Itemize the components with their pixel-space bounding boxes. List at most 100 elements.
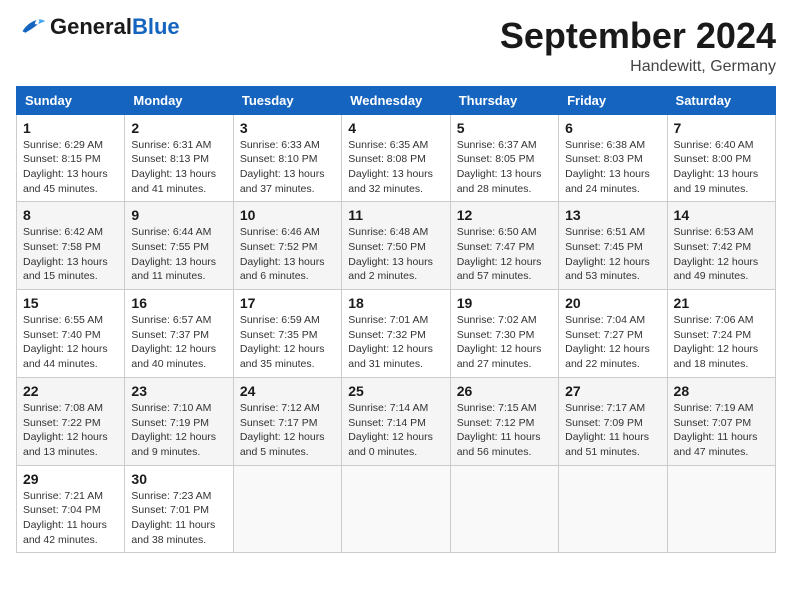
day-detail: Sunrise: 6:38 AMSunset: 8:03 PMDaylight:… xyxy=(565,138,660,197)
day-detail: Sunrise: 7:14 AMSunset: 7:14 PMDaylight:… xyxy=(348,401,443,460)
month-title: September 2024 xyxy=(500,16,776,56)
weekday-header-friday: Friday xyxy=(559,86,667,114)
day-number: 8 xyxy=(23,207,118,223)
day-detail: Sunrise: 7:01 AMSunset: 7:32 PMDaylight:… xyxy=(348,313,443,372)
day-number: 26 xyxy=(457,383,552,399)
day-detail: Sunrise: 7:12 AMSunset: 7:17 PMDaylight:… xyxy=(240,401,335,460)
day-number: 20 xyxy=(565,295,660,311)
day-detail: Sunrise: 7:02 AMSunset: 7:30 PMDaylight:… xyxy=(457,313,552,372)
calendar-day-cell: 16 Sunrise: 6:57 AMSunset: 7:37 PMDayligh… xyxy=(125,290,233,378)
calendar-day-cell: 29 Sunrise: 7:21 AMSunset: 7:04 PMDayligh… xyxy=(17,465,125,553)
day-detail: Sunrise: 6:50 AMSunset: 7:47 PMDaylight:… xyxy=(457,225,552,284)
calendar-table: SundayMondayTuesdayWednesdayThursdayFrid… xyxy=(16,86,776,554)
day-detail: Sunrise: 6:31 AMSunset: 8:13 PMDaylight:… xyxy=(131,138,226,197)
calendar-day-cell: 4 Sunrise: 6:35 AMSunset: 8:08 PMDaylight… xyxy=(342,114,450,202)
weekday-header-saturday: Saturday xyxy=(667,86,775,114)
calendar-day-cell: 18Sunrise: 7:01 AMSunset: 7:32 PMDayligh… xyxy=(342,290,450,378)
calendar-week-row: 8Sunrise: 6:42 AMSunset: 7:58 PMDaylight… xyxy=(17,202,776,290)
calendar-day-cell: 12 Sunrise: 6:50 AMSunset: 7:47 PMDayligh… xyxy=(450,202,558,290)
day-number: 24 xyxy=(240,383,335,399)
logo-bird-icon xyxy=(16,17,46,37)
calendar-day-cell: 3 Sunrise: 6:33 AMSunset: 8:10 PMDaylight… xyxy=(233,114,341,202)
day-number: 29 xyxy=(23,471,118,487)
day-detail: Sunrise: 6:55 AMSunset: 7:40 PMDaylight:… xyxy=(23,313,118,372)
calendar-day-cell: 24 Sunrise: 7:12 AMSunset: 7:17 PMDayligh… xyxy=(233,377,341,465)
calendar-day-cell: 30 Sunrise: 7:23 AMSunset: 7:01 PMDayligh… xyxy=(125,465,233,553)
day-detail: Sunrise: 6:48 AMSunset: 7:50 PMDaylight:… xyxy=(348,225,443,284)
day-number: 15 xyxy=(23,295,118,311)
day-number: 4 xyxy=(348,120,443,136)
day-number: 9 xyxy=(131,207,226,223)
day-detail: Sunrise: 6:33 AMSunset: 8:10 PMDaylight:… xyxy=(240,138,335,197)
day-detail: Sunrise: 7:04 AMSunset: 7:27 PMDaylight:… xyxy=(565,313,660,372)
day-number: 21 xyxy=(674,295,769,311)
day-detail: Sunrise: 7:23 AMSunset: 7:01 PMDaylight:… xyxy=(131,489,226,548)
day-detail: Sunrise: 6:40 AMSunset: 8:00 PMDaylight:… xyxy=(674,138,769,197)
day-detail: Sunrise: 6:35 AMSunset: 8:08 PMDaylight:… xyxy=(348,138,443,197)
calendar-day-cell xyxy=(233,465,341,553)
weekday-header-thursday: Thursday xyxy=(450,86,558,114)
day-detail: Sunrise: 6:59 AMSunset: 7:35 PMDaylight:… xyxy=(240,313,335,372)
calendar-day-cell xyxy=(450,465,558,553)
day-number: 19 xyxy=(457,295,552,311)
calendar-day-cell: 10Sunrise: 6:46 AMSunset: 7:52 PMDayligh… xyxy=(233,202,341,290)
calendar-day-cell: 28Sunrise: 7:19 AMSunset: 7:07 PMDayligh… xyxy=(667,377,775,465)
calendar-day-cell: 2Sunrise: 6:31 AMSunset: 8:13 PMDaylight… xyxy=(125,114,233,202)
day-number: 23 xyxy=(131,383,226,399)
day-number: 30 xyxy=(131,471,226,487)
day-number: 5 xyxy=(457,120,552,136)
calendar-day-cell xyxy=(559,465,667,553)
weekday-header-wednesday: Wednesday xyxy=(342,86,450,114)
day-number: 3 xyxy=(240,120,335,136)
calendar-day-cell: 22Sunrise: 7:08 AMSunset: 7:22 PMDayligh… xyxy=(17,377,125,465)
day-number: 13 xyxy=(565,207,660,223)
calendar-day-cell: 7 Sunrise: 6:40 AMSunset: 8:00 PMDaylight… xyxy=(667,114,775,202)
day-number: 6 xyxy=(565,120,660,136)
weekday-header-row: SundayMondayTuesdayWednesdayThursdayFrid… xyxy=(17,86,776,114)
logo: GeneralBlue xyxy=(16,16,180,38)
location-title: Handewitt, Germany xyxy=(500,58,776,76)
calendar-day-cell: 8Sunrise: 6:42 AMSunset: 7:58 PMDaylight… xyxy=(17,202,125,290)
calendar-day-cell: 13 Sunrise: 6:51 AMSunset: 7:45 PMDayligh… xyxy=(559,202,667,290)
title-block: September 2024 Handewitt, Germany xyxy=(500,16,776,76)
calendar-day-cell: 15 Sunrise: 6:55 AMSunset: 7:40 PMDayligh… xyxy=(17,290,125,378)
calendar-day-cell: 5 Sunrise: 6:37 AMSunset: 8:05 PMDaylight… xyxy=(450,114,558,202)
calendar-day-cell: 26 Sunrise: 7:15 AMSunset: 7:12 PMDayligh… xyxy=(450,377,558,465)
day-number: 10 xyxy=(240,207,335,223)
calendar-week-row: 22Sunrise: 7:08 AMSunset: 7:22 PMDayligh… xyxy=(17,377,776,465)
day-detail: Sunrise: 6:37 AMSunset: 8:05 PMDaylight:… xyxy=(457,138,552,197)
day-detail: Sunrise: 7:10 AMSunset: 7:19 PMDaylight:… xyxy=(131,401,226,460)
day-number: 12 xyxy=(457,207,552,223)
weekday-header-tuesday: Tuesday xyxy=(233,86,341,114)
calendar-day-cell: 23 Sunrise: 7:10 AMSunset: 7:19 PMDayligh… xyxy=(125,377,233,465)
calendar-week-row: 29 Sunrise: 7:21 AMSunset: 7:04 PMDayligh… xyxy=(17,465,776,553)
day-detail: Sunrise: 7:08 AMSunset: 7:22 PMDaylight:… xyxy=(23,401,118,460)
calendar-day-cell: 6 Sunrise: 6:38 AMSunset: 8:03 PMDaylight… xyxy=(559,114,667,202)
calendar-week-row: 1Sunrise: 6:29 AMSunset: 8:15 PMDaylight… xyxy=(17,114,776,202)
day-number: 28 xyxy=(674,383,769,399)
day-number: 17 xyxy=(240,295,335,311)
day-number: 1 xyxy=(23,120,118,136)
weekday-header-monday: Monday xyxy=(125,86,233,114)
day-detail: Sunrise: 6:51 AMSunset: 7:45 PMDaylight:… xyxy=(565,225,660,284)
page-header: GeneralBlue September 2024 Handewitt, Ge… xyxy=(16,16,776,76)
calendar-day-cell xyxy=(667,465,775,553)
calendar-day-cell: 17 Sunrise: 6:59 AMSunset: 7:35 PMDayligh… xyxy=(233,290,341,378)
calendar-day-cell: 20 Sunrise: 7:04 AMSunset: 7:27 PMDayligh… xyxy=(559,290,667,378)
day-number: 14 xyxy=(674,207,769,223)
day-number: 11 xyxy=(348,207,443,223)
day-number: 16 xyxy=(131,295,226,311)
day-detail: Sunrise: 6:57 AMSunset: 7:37 PMDaylight:… xyxy=(131,313,226,372)
weekday-header-sunday: Sunday xyxy=(17,86,125,114)
calendar-day-cell: 14Sunrise: 6:53 AMSunset: 7:42 PMDayligh… xyxy=(667,202,775,290)
calendar-day-cell: 25Sunrise: 7:14 AMSunset: 7:14 PMDayligh… xyxy=(342,377,450,465)
day-number: 27 xyxy=(565,383,660,399)
calendar-day-cell: 9 Sunrise: 6:44 AMSunset: 7:55 PMDaylight… xyxy=(125,202,233,290)
day-detail: Sunrise: 6:44 AMSunset: 7:55 PMDaylight:… xyxy=(131,225,226,284)
day-detail: Sunrise: 7:15 AMSunset: 7:12 PMDaylight:… xyxy=(457,401,552,460)
day-detail: Sunrise: 7:17 AMSunset: 7:09 PMDaylight:… xyxy=(565,401,660,460)
calendar-day-cell: 21Sunrise: 7:06 AMSunset: 7:24 PMDayligh… xyxy=(667,290,775,378)
calendar-day-cell: 1Sunrise: 6:29 AMSunset: 8:15 PMDaylight… xyxy=(17,114,125,202)
day-detail: Sunrise: 7:21 AMSunset: 7:04 PMDaylight:… xyxy=(23,489,118,548)
day-number: 7 xyxy=(674,120,769,136)
